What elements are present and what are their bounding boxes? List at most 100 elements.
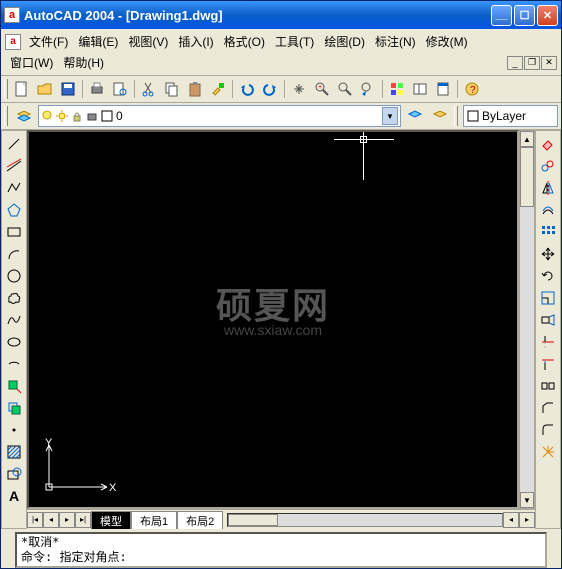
bulb-icon [41,110,53,122]
draw-toolbar: A [1,130,27,529]
print-button[interactable] [86,78,108,100]
menu-view[interactable]: 视图(V) [123,31,173,52]
menu-draw[interactable]: 绘图(D) [319,31,370,52]
insert-block-button[interactable] [3,375,25,397]
hscroll-left-button[interactable]: ◂ [503,512,519,528]
menu-modify[interactable]: 修改(M) [421,31,473,52]
menu-tools[interactable]: 工具(T) [270,31,319,52]
hscroll-thumb[interactable] [228,514,278,526]
point-button[interactable] [3,419,25,441]
paste-button[interactable] [184,78,206,100]
scroll-up-button[interactable]: ▲ [520,131,534,147]
toolpalettes-button[interactable] [432,78,454,100]
matchprop-button[interactable] [207,78,229,100]
command-prompt: 命令: 指定对角点: [21,550,541,565]
layer-manager-button[interactable] [13,105,35,127]
spline-button[interactable] [3,309,25,331]
menu-dimension[interactable]: 标注(N) [370,31,421,52]
new-button[interactable] [11,78,33,100]
print-preview-button[interactable] [109,78,131,100]
menu-file[interactable]: 文件(F) [24,31,73,52]
scroll-thumb[interactable] [520,147,534,207]
scroll-track[interactable] [520,147,534,492]
mdi-minimize-button[interactable]: _ [507,56,523,70]
rotate-button[interactable] [537,265,559,287]
trim-button[interactable] [537,331,559,353]
offset-button[interactable] [537,199,559,221]
properties-button[interactable] [386,78,408,100]
color-combo[interactable]: ByLayer [463,105,558,127]
tab-layout2[interactable]: 布局2 [177,511,223,530]
menu-window[interactable]: 窗口(W) [5,52,58,73]
polyline-button[interactable] [3,177,25,199]
toolbar-grip[interactable] [4,79,8,99]
copy-button[interactable] [161,78,183,100]
command-line[interactable]: *取消* 命令: 指定对角点: [15,532,547,568]
fillet-button[interactable] [537,419,559,441]
tab-model[interactable]: 模型 [91,511,131,530]
help-button[interactable]: ? [461,78,483,100]
scroll-down-button[interactable]: ▼ [520,492,534,508]
layer-previous-button[interactable] [404,105,426,127]
revcloud-button[interactable] [3,287,25,309]
rectangle-button[interactable] [3,221,25,243]
mirror-button[interactable] [537,177,559,199]
svg-text:+: + [318,84,322,91]
minimize-button[interactable]: __ [491,5,512,26]
array-button[interactable] [537,221,559,243]
tab-layout1[interactable]: 布局1 [131,511,177,530]
mtext-button[interactable]: A [3,485,25,507]
zoom-previous-button[interactable] [357,78,379,100]
layer-states-button[interactable] [429,105,451,127]
drawing-canvas[interactable]: 硕夏网 www.sxiaw.com Y X [29,132,517,507]
extend-button[interactable] [537,353,559,375]
chamfer-button[interactable] [537,397,559,419]
erase-button[interactable] [537,133,559,155]
break-button[interactable] [537,375,559,397]
pan-button[interactable] [288,78,310,100]
tab-prev-button[interactable]: ◂ [43,512,59,528]
titlebar[interactable]: a AutoCAD 2004 - [Drawing1.dwg] __ ☐ ✕ [1,1,561,29]
hatch-button[interactable] [3,441,25,463]
designcenter-button[interactable] [409,78,431,100]
line-button[interactable] [3,133,25,155]
move-button[interactable] [537,243,559,265]
hscroll-right-button[interactable]: ▸ [519,512,535,528]
ellipse-button[interactable] [3,331,25,353]
scale-button[interactable] [537,287,559,309]
tab-first-button[interactable]: |◂ [27,512,43,528]
region-button[interactable] [3,463,25,485]
horizontal-scrollbar[interactable] [227,513,503,527]
polygon-button[interactable] [3,199,25,221]
menu-help[interactable]: 帮助(H) [58,52,109,73]
redo-button[interactable] [259,78,281,100]
tab-last-button[interactable]: ▸| [75,512,91,528]
vertical-scrollbar[interactable]: ▲ ▼ [519,130,535,509]
maximize-button[interactable]: ☐ [514,5,535,26]
cut-button[interactable] [138,78,160,100]
menu-insert[interactable]: 插入(I) [173,31,218,52]
close-button[interactable]: ✕ [537,5,558,26]
make-block-button[interactable] [3,397,25,419]
menu-format[interactable]: 格式(O) [219,31,270,52]
layer-combo[interactable]: 0 ▼ [38,105,401,127]
explode-button[interactable] [537,441,559,463]
copy-object-button[interactable] [537,155,559,177]
tab-next-button[interactable]: ▸ [59,512,75,528]
circle-button[interactable] [3,265,25,287]
mdi-restore-button[interactable]: ❐ [524,56,540,70]
arc-button[interactable] [3,243,25,265]
zoom-window-button[interactable] [334,78,356,100]
mdi-close-button[interactable]: ✕ [541,56,557,70]
toolbar-grip[interactable] [454,106,458,126]
ellipse-arc-button[interactable] [3,353,25,375]
open-button[interactable] [34,78,56,100]
dropdown-arrow-icon[interactable]: ▼ [382,107,398,125]
stretch-button[interactable] [537,309,559,331]
zoom-realtime-button[interactable]: + [311,78,333,100]
menu-edit[interactable]: 编辑(E) [73,31,123,52]
toolbar-grip[interactable] [4,106,8,126]
undo-button[interactable] [236,78,258,100]
xline-button[interactable] [3,155,25,177]
save-button[interactable] [57,78,79,100]
